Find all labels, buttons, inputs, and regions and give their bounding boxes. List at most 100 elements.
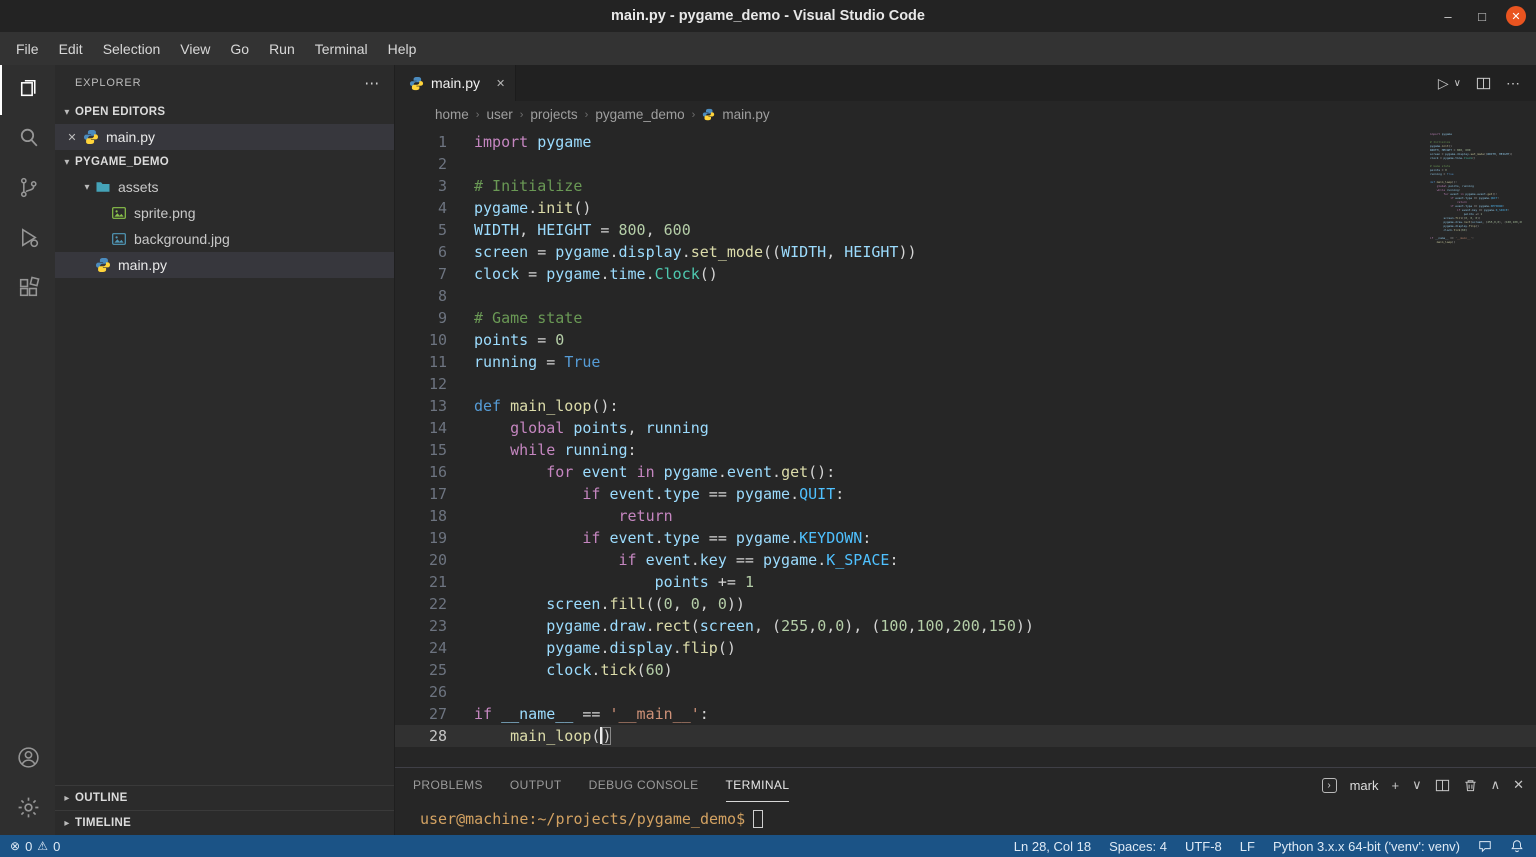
line-number: 16 <box>395 461 447 483</box>
open-editor-main.py[interactable]: ✕main.py <box>55 124 394 150</box>
encoding[interactable]: UTF-8 <box>1185 839 1222 854</box>
code-line-15[interactable]: 15 while running: <box>395 439 1536 461</box>
python-icon <box>83 129 99 145</box>
timeline-header[interactable]: ▸ TIMELINE <box>55 810 394 835</box>
minimize-button[interactable]: – <box>1438 6 1458 26</box>
code-line-11[interactable]: 11running = True <box>395 351 1536 373</box>
terminal[interactable]: user@machine:~/projects/pygame_demo$ <box>395 802 1536 835</box>
menu-edit[interactable]: Edit <box>49 32 93 65</box>
cursor-position[interactable]: Ln 28, Col 18 <box>1014 839 1091 854</box>
status-right: Ln 28, Col 18 Spaces: 4 UTF-8 LF Python 3.x.… <box>1014 839 1524 854</box>
menu-view[interactable]: View <box>170 32 220 65</box>
activity-account[interactable] <box>0 735 55 785</box>
code-line-19[interactable]: 19 if event.type == pygame.KEYDOWN: <box>395 527 1536 549</box>
breadcrumb-item-user[interactable]: user <box>486 107 512 122</box>
code-line-25[interactable]: 25 clock.tick(60) <box>395 659 1536 681</box>
new-terminal-button[interactable]: + <box>1391 778 1399 793</box>
menu-help[interactable]: Help <box>378 32 427 65</box>
panel-tab-terminal[interactable]: TERMINAL <box>726 768 790 802</box>
outline-label: OUTLINE <box>75 792 128 804</box>
menu-terminal[interactable]: Terminal <box>305 32 378 65</box>
breadcrumb-item-main.py[interactable]: main.py <box>722 107 769 122</box>
outline-header[interactable]: ▸ OUTLINE <box>55 785 394 810</box>
activity-source-control[interactable] <box>0 165 55 215</box>
code-line-10[interactable]: 10points = 0 <box>395 329 1536 351</box>
breadcrumb-item-pygame_demo[interactable]: pygame_demo <box>595 107 684 122</box>
activity-explorer[interactable] <box>0 65 55 115</box>
chevron-right-icon: ▸ <box>59 818 75 829</box>
open-editors-label: OPEN EDITORS <box>75 106 165 118</box>
code-line-24[interactable]: 24 pygame.display.flip() <box>395 637 1536 659</box>
more-actions-icon[interactable]: ⋯ <box>364 74 380 92</box>
code-line-22[interactable]: 22 screen.fill((0, 0, 0)) <box>395 593 1536 615</box>
code-line-4[interactable]: 4pygame.init() <box>395 197 1536 219</box>
code-line-18[interactable]: 18 return <box>395 505 1536 527</box>
open-editors-header[interactable]: ▾ OPEN EDITORS <box>55 100 394 124</box>
code-area[interactable]: 1import pygame23# Initialize4pygame.init… <box>395 128 1536 767</box>
breadcrumb-item-projects[interactable]: projects <box>530 107 577 122</box>
code-line-7[interactable]: 7clock = pygame.time.Clock() <box>395 263 1536 285</box>
minimap[interactable]: import pygame# Initializepygame.init()WI… <box>1430 132 1522 244</box>
tree-item-main.py[interactable]: main.py <box>55 252 394 278</box>
sidebar: EXPLORER ⋯ ▾ OPEN EDITORS ✕main.py ▾ PYG… <box>55 65 395 835</box>
file-name: background.jpg <box>134 231 230 247</box>
code-line-20[interactable]: 20 if event.key == pygame.K_SPACE: <box>395 549 1536 571</box>
activity-extensions[interactable] <box>0 265 55 315</box>
menu-go[interactable]: Go <box>220 32 259 65</box>
code-line-9[interactable]: 9# Game state <box>395 307 1536 329</box>
tab-main-py[interactable]: main.py ✕ <box>395 65 516 101</box>
panel-tab-output[interactable]: OUTPUT <box>510 768 562 802</box>
code-line-12[interactable]: 12 <box>395 373 1536 395</box>
kill-terminal-icon[interactable] <box>1463 778 1478 793</box>
code-line-14[interactable]: 14 global points, running <box>395 417 1536 439</box>
code-line-23[interactable]: 23 pygame.draw.rect(screen, (255,0,0), (… <box>395 615 1536 637</box>
eol[interactable]: LF <box>1240 839 1255 854</box>
code-line-26[interactable]: 26 <box>395 681 1536 703</box>
menu-selection[interactable]: Selection <box>93 32 171 65</box>
maximize-panel-icon[interactable]: ∧ <box>1491 777 1501 793</box>
code-line-28[interactable]: 28 main_loop() <box>395 725 1536 747</box>
terminal-profile-label[interactable]: mark <box>1350 778 1379 793</box>
run-button[interactable]: ▷ <box>1438 75 1449 92</box>
code-line-5[interactable]: 5WIDTH, HEIGHT = 800, 600 <box>395 219 1536 241</box>
code-line-13[interactable]: 13def main_loop(): <box>395 395 1536 417</box>
tree-item-background.jpg[interactable]: background.jpg <box>55 226 394 252</box>
activity-run-debug[interactable] <box>0 215 55 265</box>
run-dropdown-icon[interactable]: ∨ <box>1454 78 1461 89</box>
code-line-17[interactable]: 17 if event.type == pygame.QUIT: <box>395 483 1536 505</box>
more-actions-icon[interactable]: ⋯ <box>1506 75 1520 92</box>
indentation[interactable]: Spaces: 4 <box>1109 839 1167 854</box>
menu-file[interactable]: File <box>6 32 49 65</box>
code-line-3[interactable]: 3# Initialize <box>395 175 1536 197</box>
code-line-2[interactable]: 2 <box>395 153 1536 175</box>
code-line-21[interactable]: 21 points += 1 <box>395 571 1536 593</box>
close-icon[interactable]: ✕ <box>63 131 81 144</box>
search-icon <box>16 125 41 155</box>
code-line-16[interactable]: 16 for event in pygame.event.get(): <box>395 461 1536 483</box>
project-header[interactable]: ▾ PYGAME_DEMO <box>55 150 394 174</box>
close-button[interactable]: ✕ <box>1506 6 1526 26</box>
python-interpreter[interactable]: Python 3.x.x 64-bit ('venv': venv) <box>1273 839 1460 854</box>
split-terminal-icon[interactable] <box>1435 778 1450 793</box>
tree-item-sprite.png[interactable]: sprite.png <box>55 200 394 226</box>
code-line-8[interactable]: 8 <box>395 285 1536 307</box>
problems-indicator[interactable]: ⊗ 0 ⚠ 0 <box>10 839 60 854</box>
file-name: assets <box>118 179 158 195</box>
close-panel-icon[interactable]: ✕ <box>1513 777 1524 793</box>
panel-tab-debug-console[interactable]: DEBUG CONSOLE <box>589 768 699 802</box>
code-line-27[interactable]: 27if __name__ == '__main__': <box>395 703 1536 725</box>
menu-run[interactable]: Run <box>259 32 305 65</box>
tree-item-assets[interactable]: ▾assets <box>55 174 394 200</box>
maximize-button[interactable]: □ <box>1472 6 1492 26</box>
activity-search[interactable] <box>0 115 55 165</box>
activity-settings[interactable] <box>0 785 55 835</box>
terminal-dropdown-icon[interactable]: ∨ <box>1412 777 1422 793</box>
close-icon[interactable]: ✕ <box>496 77 505 90</box>
breadcrumb-item-home[interactable]: home <box>435 107 469 122</box>
code-line-6[interactable]: 6screen = pygame.display.set_mode((WIDTH… <box>395 241 1536 263</box>
image-green-icon <box>111 205 127 221</box>
file-name: sprite.png <box>134 205 195 221</box>
code-line-1[interactable]: 1import pygame <box>395 131 1536 153</box>
split-editor-icon[interactable] <box>1476 76 1491 91</box>
panel-tab-problems[interactable]: PROBLEMS <box>413 768 483 802</box>
